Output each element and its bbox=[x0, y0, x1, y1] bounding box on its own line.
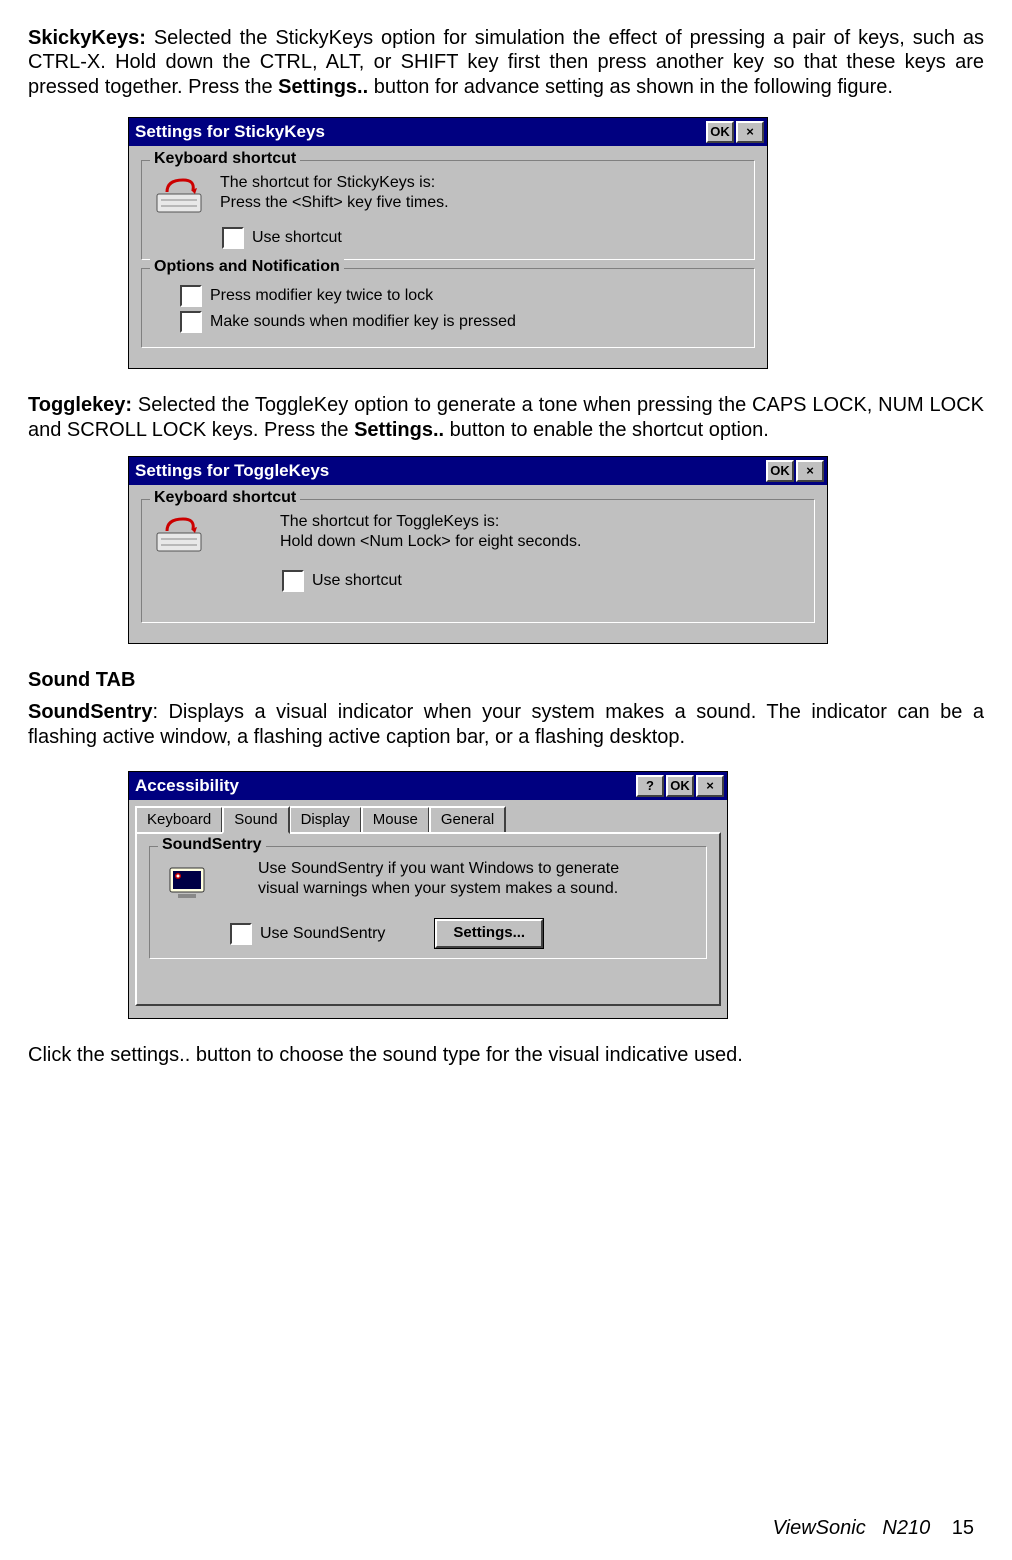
accessibility-tabs: Keyboard Sound Display Mouse General bbox=[129, 800, 727, 834]
use-shortcut-checkbox[interactable] bbox=[282, 570, 304, 592]
accessibility-dialog-title: Accessibility bbox=[135, 776, 634, 797]
close-button[interactable]: × bbox=[736, 121, 764, 143]
use-soundsentry-label: Use SoundSentry bbox=[260, 924, 385, 944]
make-sounds-label: Make sounds when modifier key is pressed bbox=[210, 312, 516, 332]
accessibility-titlebar: Accessibility ? OK × bbox=[129, 772, 727, 800]
accessibility-dialog: Accessibility ? OK × Keyboard Sound Disp… bbox=[128, 771, 728, 1019]
page-number: 15 bbox=[952, 1517, 974, 1539]
togglekeys-dialog-title: Settings for ToggleKeys bbox=[135, 461, 764, 482]
tab-keyboard[interactable]: Keyboard bbox=[135, 806, 223, 834]
use-shortcut-row[interactable]: Use shortcut bbox=[222, 227, 744, 249]
options-notification-group: Options and Notification Press modifier … bbox=[141, 268, 755, 348]
keyboard-shortcut-group: Keyboard shortcut The shortcut for Stick… bbox=[141, 160, 755, 260]
make-sounds-row[interactable]: Make sounds when modifier key is pressed bbox=[180, 311, 744, 333]
togglekey-settings-word: Settings.. bbox=[354, 419, 444, 441]
make-sounds-checkbox[interactable] bbox=[180, 311, 202, 333]
togglekey-text2: button to enable the shortcut option. bbox=[444, 419, 769, 441]
ok-button[interactable]: OK bbox=[766, 460, 794, 482]
press-twice-lock-row[interactable]: Press modifier key twice to lock bbox=[180, 285, 744, 307]
soundsentry-legend: SoundSentry bbox=[158, 835, 266, 855]
keyboard-shortcut-legend: Keyboard shortcut bbox=[150, 488, 300, 508]
ok-button[interactable]: OK bbox=[706, 121, 734, 143]
help-button[interactable]: ? bbox=[636, 775, 664, 797]
tab-mouse[interactable]: Mouse bbox=[361, 806, 430, 834]
use-shortcut-checkbox[interactable] bbox=[222, 227, 244, 249]
keyboard-shortcut-legend: Keyboard shortcut bbox=[150, 149, 300, 169]
stickykeys-dialog-body: Keyboard shortcut The shortcut for Stick… bbox=[129, 146, 767, 368]
soundsentry-lead: SoundSentry bbox=[28, 701, 152, 723]
togglekeys-shortcut-desc: The shortcut for ToggleKeys is: Hold dow… bbox=[280, 512, 804, 552]
options-notification-legend: Options and Notification bbox=[150, 257, 344, 277]
use-shortcut-row[interactable]: Use shortcut bbox=[282, 570, 804, 592]
togglekeys-titlebar: Settings for ToggleKeys OK × bbox=[129, 457, 827, 485]
paragraph-stickykeys: SkickyKeys: Selected the StickyKeys opti… bbox=[28, 26, 984, 99]
stickykeys-titlebar: Settings for StickyKeys OK × bbox=[129, 118, 767, 146]
footer-model: N210 bbox=[882, 1517, 930, 1539]
tab-display[interactable]: Display bbox=[289, 806, 362, 834]
footer-brand: ViewSonic bbox=[773, 1517, 866, 1539]
press-twice-lock-label: Press modifier key twice to lock bbox=[210, 286, 433, 306]
soundsentry-text: : Displays a visual indicator when your … bbox=[28, 701, 984, 747]
shortcut-line1: The shortcut for StickyKeys is: bbox=[220, 173, 744, 193]
close-button[interactable]: × bbox=[796, 460, 824, 482]
stickykeys-dialog: Settings for StickyKeys OK × Keyboard sh… bbox=[128, 117, 768, 369]
shortcut-line2: Hold down <Num Lock> for eight seconds. bbox=[280, 532, 804, 552]
keyboard-icon bbox=[152, 173, 208, 219]
keyboard-icon bbox=[152, 512, 208, 558]
tab-sound[interactable]: Sound bbox=[222, 806, 289, 834]
ok-button[interactable]: OK bbox=[666, 775, 694, 797]
page-footer: ViewSonic N210 15 bbox=[773, 1516, 974, 1540]
stickykeys-lead: SkickyKeys: bbox=[28, 27, 154, 49]
press-twice-lock-checkbox[interactable] bbox=[180, 285, 202, 307]
soundsentry-desc-line1: Use SoundSentry if you want Windows to g… bbox=[258, 859, 696, 879]
soundsentry-group: SoundSentry Use SoundSentry if you want … bbox=[149, 846, 707, 958]
paragraph-togglekey: Togglekey: Selected the ToggleKey option… bbox=[28, 393, 984, 442]
sound-tab-heading: Sound TAB bbox=[28, 668, 984, 692]
stickykeys-dialog-title: Settings for StickyKeys bbox=[135, 122, 704, 143]
togglekey-lead: Togglekey: bbox=[28, 394, 138, 416]
shortcut-line1: The shortcut for ToggleKeys is: bbox=[280, 512, 804, 532]
paragraph-click-settings: Click the settings.. button to choose th… bbox=[28, 1043, 984, 1067]
use-shortcut-label: Use shortcut bbox=[252, 228, 342, 248]
soundsentry-desc: Use SoundSentry if you want Windows to g… bbox=[258, 859, 696, 899]
stickykeys-settings-word: Settings.. bbox=[278, 76, 368, 98]
togglekeys-dialog-body: Keyboard shortcut The shortcut for Toggl… bbox=[129, 485, 827, 643]
settings-button[interactable]: Settings... bbox=[435, 919, 543, 947]
stickykeys-shortcut-desc: The shortcut for StickyKeys is: Press th… bbox=[220, 173, 744, 213]
stickykeys-text2: button for advance setting as shown in t… bbox=[368, 76, 893, 98]
close-button[interactable]: × bbox=[696, 775, 724, 797]
sound-tabpanel: SoundSentry Use SoundSentry if you want … bbox=[135, 832, 721, 1006]
use-soundsentry-row[interactable]: Use SoundSentry bbox=[230, 923, 385, 945]
soundsentry-desc-line2: visual warnings when your system makes a… bbox=[258, 879, 696, 899]
monitor-icon bbox=[160, 859, 216, 905]
use-soundsentry-checkbox[interactable] bbox=[230, 923, 252, 945]
keyboard-shortcut-group: Keyboard shortcut The shortcut for Toggl… bbox=[141, 499, 815, 623]
tab-general[interactable]: General bbox=[429, 806, 506, 834]
use-shortcut-label: Use shortcut bbox=[312, 571, 402, 591]
shortcut-line2: Press the <Shift> key five times. bbox=[220, 193, 744, 213]
paragraph-soundsentry: SoundSentry: Displays a visual indicator… bbox=[28, 700, 984, 749]
togglekeys-dialog: Settings for ToggleKeys OK × Keyboard sh… bbox=[128, 456, 828, 644]
